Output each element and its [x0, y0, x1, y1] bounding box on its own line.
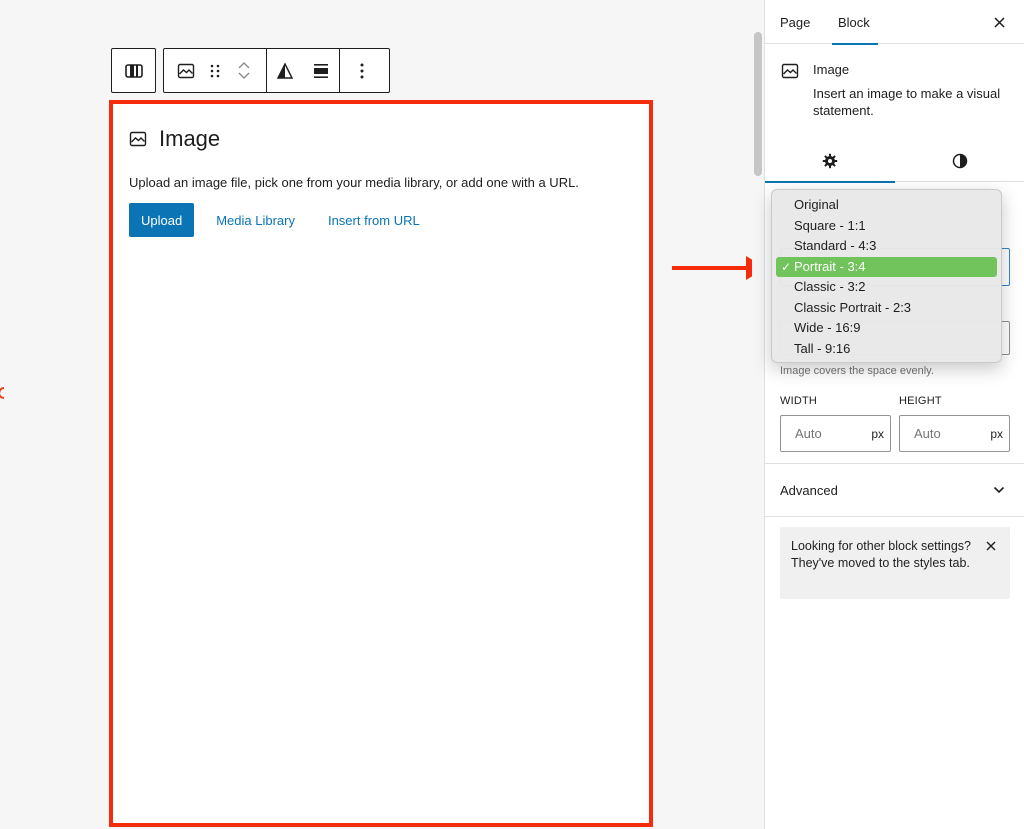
height-field: px: [899, 415, 1010, 452]
placeholder-header: Image: [129, 126, 220, 152]
notice-text: Looking for other block settings? They'v…: [791, 539, 971, 570]
panel-divider: [765, 516, 1024, 517]
width-label: WIDTH: [780, 395, 818, 407]
insert-from-url-button[interactable]: Insert from URL: [317, 203, 431, 237]
editor-canvas: Image Upload an image file, pick one fro…: [0, 0, 752, 829]
width-field: px: [780, 415, 891, 452]
block-card-title: Image: [813, 62, 850, 77]
image-block-placeholder[interactable]: Image Upload an image file, pick one fro…: [109, 100, 653, 827]
height-input[interactable]: [914, 426, 974, 441]
height-unit: px: [990, 426, 1003, 441]
tab-settings[interactable]: [765, 140, 895, 183]
block-card-description: Insert an image to make a visual stateme…: [813, 86, 1001, 118]
drag-handle-icon: [210, 64, 220, 77]
aspect-option-classic[interactable]: Classic - 3:2: [776, 277, 997, 298]
height-label: HEIGHT: [899, 395, 942, 407]
aspect-ratio-dropdown: Original Square - 1:1 Standard - 4:3 ✓ P…: [771, 189, 1002, 363]
block-type-icon: [124, 63, 143, 78]
tab-styles[interactable]: [895, 140, 1024, 182]
aspect-option-classic-portrait[interactable]: Classic Portrait - 2:3: [776, 298, 997, 319]
annotation-mark: [0, 384, 6, 402]
placeholder-description: Upload an image file, pick one from your…: [129, 175, 579, 190]
move-down-icon[interactable]: [238, 72, 250, 80]
dismiss-notice-button[interactable]: [983, 538, 999, 554]
close-icon: [993, 16, 1005, 28]
sidebar-tabs: Page Block: [765, 0, 1024, 45]
settings-sidebar: Page Block Image Insert an image to make…: [764, 0, 1024, 829]
aspect-option-standard[interactable]: Standard - 4:3: [776, 236, 997, 257]
inspector-tabs: [765, 140, 1024, 183]
aspect-option-original[interactable]: Original: [776, 195, 997, 216]
image-icon: [177, 63, 195, 78]
image-icon: [129, 131, 147, 147]
align-button[interactable]: [303, 49, 339, 92]
gear-icon: [822, 153, 838, 169]
drag-handle-button[interactable]: [208, 49, 222, 92]
chevron-down-icon: [993, 486, 1005, 494]
contrast-icon: [952, 153, 968, 169]
aspect-option-square[interactable]: Square - 1:1: [776, 216, 997, 237]
select-parent-button[interactable]: [112, 49, 155, 92]
media-library-button[interactable]: Media Library: [205, 203, 306, 237]
advanced-panel-label: Advanced: [780, 482, 838, 498]
image-icon: [781, 63, 799, 79]
settings-moved-notice: Looking for other block settings? They'v…: [780, 527, 1010, 599]
toolbar-parent-group: [111, 48, 156, 93]
duotone-icon: [277, 62, 293, 79]
advanced-panel-toggle[interactable]: Advanced: [765, 464, 1024, 516]
block-switcher-button[interactable]: [164, 49, 208, 92]
canvas-scrollbar-thumb[interactable]: [754, 32, 762, 176]
tab-page[interactable]: Page: [780, 0, 810, 44]
align-icon: [314, 63, 328, 78]
toolbar-main-group: [163, 48, 390, 93]
scale-help-text: Image covers the space evenly.: [780, 365, 934, 377]
close-sidebar-button[interactable]: [989, 12, 1009, 32]
close-icon: [986, 541, 996, 551]
width-unit: px: [871, 426, 884, 441]
aspect-option-portrait[interactable]: ✓ Portrait - 3:4: [776, 256, 997, 277]
block-mover: [222, 49, 266, 92]
aspect-option-tall[interactable]: Tall - 9:16: [776, 339, 997, 360]
more-options-button[interactable]: [340, 49, 384, 92]
annotation-arrow-shaft: [672, 266, 752, 270]
aspect-option-wide[interactable]: Wide - 16:9: [776, 318, 997, 339]
aspect-option-portrait-label: Portrait - 3:4: [794, 258, 866, 274]
move-up-icon[interactable]: [238, 61, 250, 69]
block-card: Image Insert an image to make a visual s…: [765, 44, 1024, 134]
upload-button[interactable]: Upload: [129, 203, 195, 237]
placeholder-title: Image: [159, 126, 221, 151]
more-options-icon: [360, 63, 364, 78]
placeholder-actions: Upload Media Library Insert from URL: [129, 203, 431, 237]
duotone-button[interactable]: [267, 49, 303, 92]
width-input[interactable]: [795, 426, 855, 441]
check-icon: ✓: [781, 259, 792, 274]
tab-block[interactable]: Block: [832, 0, 878, 45]
